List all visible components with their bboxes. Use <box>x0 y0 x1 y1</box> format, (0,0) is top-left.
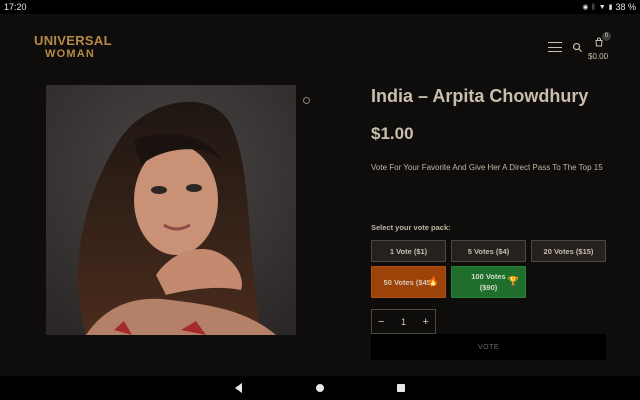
vote-pack-1[interactable]: 1 Vote ($1) <box>371 240 446 262</box>
vote-pack-label: Select your vote pack: <box>371 223 451 232</box>
quantity-decrease-button[interactable]: − <box>378 316 384 328</box>
trophy-icon: 🏆 <box>507 276 519 286</box>
bluetooth-icon: ᛒ <box>591 3 596 11</box>
vote-pack-label-1: 1 Vote ($1) <box>389 246 428 256</box>
menu-icon[interactable] <box>548 42 562 53</box>
site-logo[interactable]: UNIVERSAL WOMAN <box>34 33 112 61</box>
vote-pack-label-100: 100 Votes ($90) <box>471 272 506 292</box>
logo-top-text: UNIVERSAL <box>34 33 112 48</box>
back-icon[interactable] <box>235 383 242 393</box>
battery-icon: ▮ <box>608 3 613 11</box>
search-icon[interactable] <box>572 42 583 53</box>
system-nav-bar <box>0 376 640 400</box>
cart-button[interactable]: 0 $0.00 <box>584 32 616 64</box>
battery-level: 38 % <box>615 2 636 12</box>
recent-apps-icon[interactable] <box>397 384 405 392</box>
product-price: $1.00 <box>371 124 414 143</box>
quantity-value[interactable]: 1 <box>401 317 406 327</box>
product-image[interactable] <box>46 85 296 335</box>
vote-pack-20[interactable]: 20 Votes ($15) <box>531 240 606 262</box>
logo-bottom-text: WOMAN <box>45 48 95 60</box>
status-time: 17:20 <box>4 2 27 12</box>
fire-icon: 🔥 <box>427 276 439 286</box>
vote-pack-label-20: 20 Votes ($15) <box>543 246 594 256</box>
home-icon[interactable] <box>316 384 324 392</box>
quantity-increase-button[interactable]: + <box>423 316 429 328</box>
status-icons: ◉ ᛒ ▼ ▮ 38 % <box>582 2 636 12</box>
wifi-icon: ▼ <box>598 3 606 11</box>
vote-pack-label-5: 5 Votes ($4) <box>467 246 510 256</box>
image-slider-dot[interactable] <box>303 97 310 104</box>
contestant-portrait <box>46 85 296 335</box>
vote-pack-50[interactable]: 50 Votes ($45) 🔥 <box>371 266 446 298</box>
quantity-stepper: − 1 + <box>371 309 436 334</box>
eye-icon: ◉ <box>582 3 589 11</box>
product-title: India – Arpita Chowdhury <box>371 86 589 106</box>
status-bar: 17:20 ◉ ᛒ ▼ ▮ 38 % <box>0 0 640 14</box>
cart-count-badge: 0 <box>602 32 611 41</box>
vote-pack-100[interactable]: 100 Votes ($90) 🏆 <box>451 266 526 298</box>
product-description: Vote For Your Favorite And Give Her A Di… <box>371 163 603 172</box>
vote-button[interactable]: VOTE <box>371 334 606 360</box>
cart-total: $0.00 <box>588 52 609 61</box>
vote-pack-label-50: 50 Votes ($45) <box>383 277 434 287</box>
vote-pack-5[interactable]: 5 Votes ($4) <box>451 240 526 262</box>
